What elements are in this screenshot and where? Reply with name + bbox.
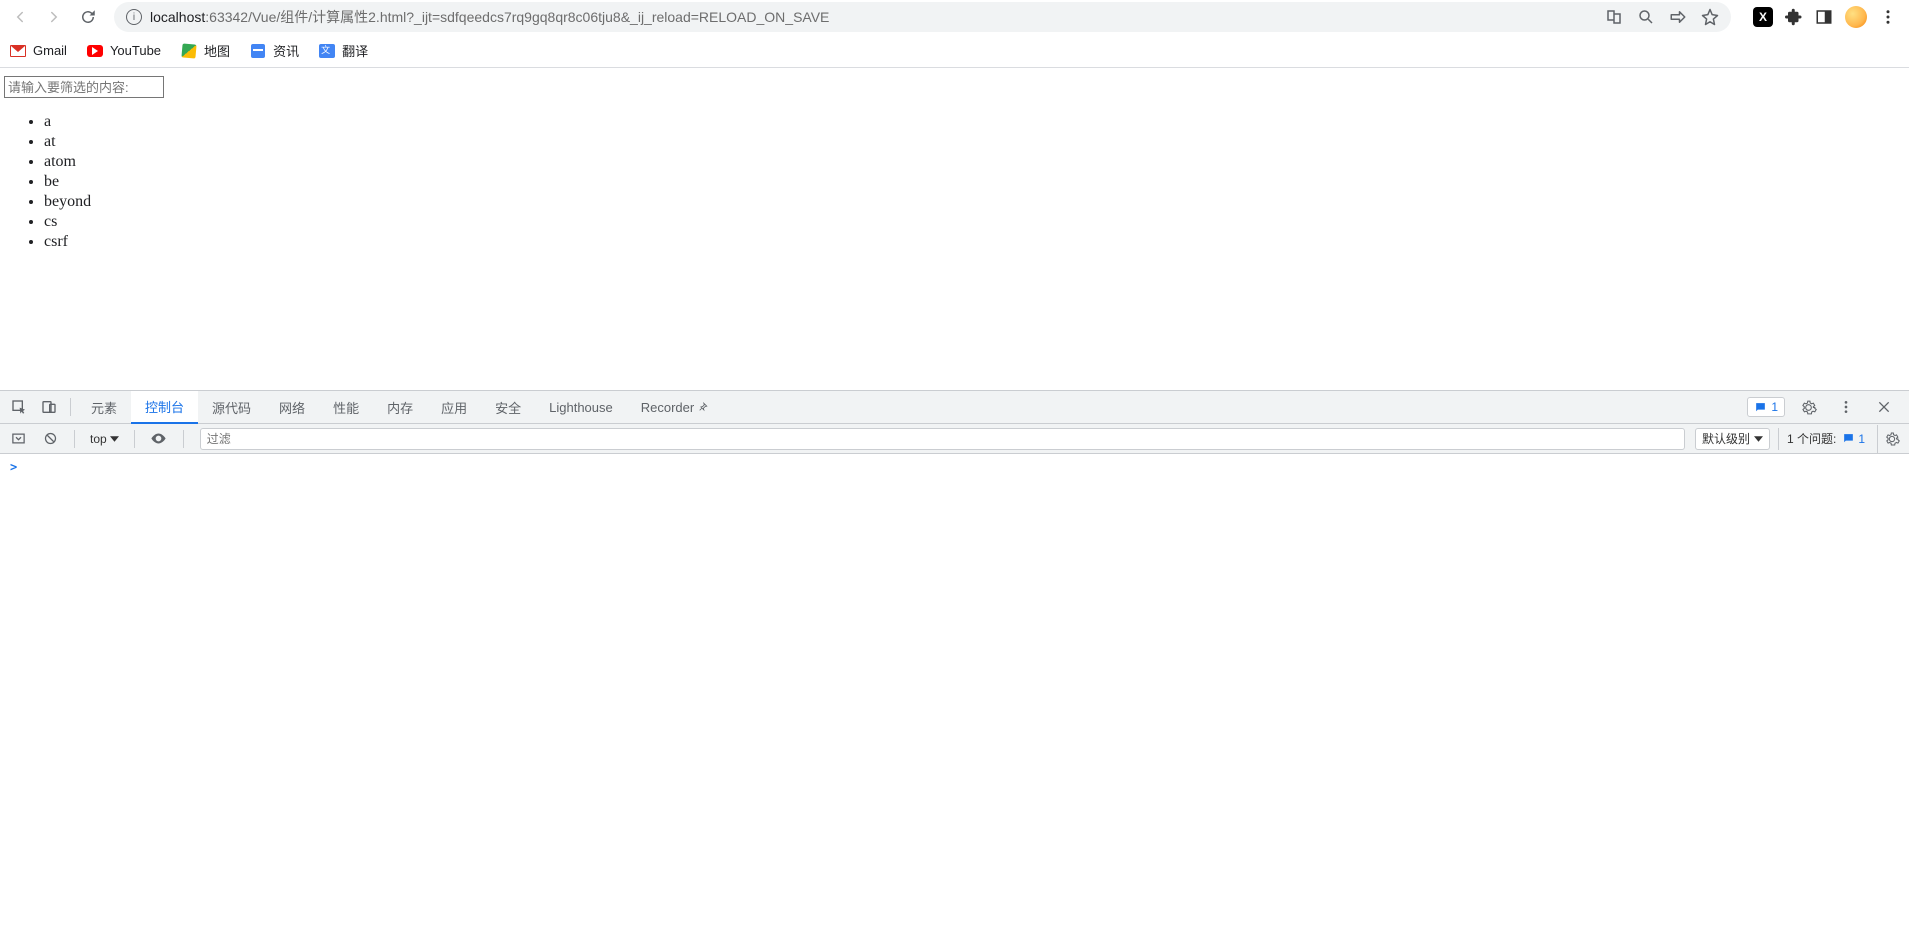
console-context-select[interactable]: top [85, 428, 124, 450]
bookmark-label: Gmail [33, 43, 67, 58]
bookmark-label: YouTube [110, 43, 161, 58]
bookmark-maps[interactable]: 地图 [181, 41, 230, 60]
live-expression-icon[interactable] [145, 425, 173, 453]
devtools-tab[interactable]: Recorder [627, 391, 722, 423]
devtools: 元素控制台源代码网络性能内存应用安全LighthouseRecorder 1 [0, 390, 1909, 942]
console-settings-icon[interactable] [1877, 425, 1905, 453]
console-body[interactable]: > [0, 454, 1909, 942]
gmail-icon [10, 45, 26, 57]
list-item: csrf [44, 232, 1905, 252]
chevron-down-icon [1754, 436, 1763, 442]
inspect-element-icon[interactable] [4, 391, 34, 423]
maps-icon [181, 43, 196, 58]
devtools-tab[interactable]: Lighthouse [535, 391, 627, 423]
translate-icon[interactable] [1605, 8, 1623, 26]
devtools-tabbar: 元素控制台源代码网络性能内存应用安全LighthouseRecorder 1 [0, 391, 1909, 424]
issues-label: 1 个问题: [1787, 430, 1836, 447]
bookmark-label: 地图 [204, 41, 230, 60]
issues-badge[interactable]: 1 [1747, 397, 1785, 417]
toolbar-right: X [1743, 6, 1903, 28]
reload-button[interactable] [74, 3, 102, 31]
address-bar[interactable]: i localhost:63342/Vue/组件/计算属性2.html?_ijt… [114, 2, 1731, 32]
console-level-select[interactable]: 默认级别 [1695, 428, 1770, 450]
list-item: a [44, 112, 1905, 132]
devtools-tab[interactable]: 控制台 [131, 391, 198, 424]
list-item: beyond [44, 192, 1905, 212]
bookmark-gmail[interactable]: Gmail [10, 43, 67, 59]
url-text: localhost:63342/Vue/组件/计算属性2.html?_ijt=s… [150, 7, 829, 27]
devtools-more-icon[interactable] [1831, 391, 1861, 423]
bookmark-translate[interactable]: 翻译 [319, 41, 368, 60]
chrome-menu-icon[interactable] [1879, 8, 1897, 26]
list-item: at [44, 132, 1905, 152]
browser-toolbar: i localhost:63342/Vue/组件/计算属性2.html?_ijt… [0, 0, 1909, 34]
devtools-settings-icon[interactable] [1793, 391, 1823, 423]
devtools-tab[interactable]: 应用 [427, 391, 481, 423]
console-prompt: > [10, 460, 17, 474]
site-info-icon[interactable]: i [126, 9, 142, 25]
share-icon[interactable] [1669, 8, 1687, 26]
devtools-tab[interactable]: 元素 [77, 391, 131, 423]
translate-bookmark-icon [319, 44, 335, 58]
news-icon [251, 44, 265, 58]
extension-x-icon[interactable]: X [1753, 7, 1773, 27]
zoom-icon[interactable] [1637, 8, 1655, 26]
devtools-tab[interactable]: 源代码 [198, 391, 265, 423]
console-toolbar: top 默认级别 1 个问题: 1 [0, 424, 1909, 454]
console-issues[interactable]: 1 个问题: 1 [1778, 428, 1873, 450]
chat-icon [1842, 432, 1855, 445]
console-filter-input[interactable] [200, 428, 1685, 450]
bookmark-news[interactable]: 资讯 [250, 41, 299, 60]
list-item: be [44, 172, 1905, 192]
bookmark-youtube[interactable]: YouTube [87, 43, 161, 59]
device-mode-icon[interactable] [34, 391, 64, 423]
devtools-tab[interactable]: 性能 [319, 391, 373, 423]
pin-icon [698, 402, 708, 412]
youtube-icon [87, 45, 103, 57]
back-button[interactable] [6, 3, 34, 31]
page-body: aatatombebeyondcscsrf [0, 68, 1909, 390]
bookmark-label: 资讯 [273, 41, 299, 60]
clear-console-icon[interactable] [36, 425, 64, 453]
devtools-tab[interactable]: 网络 [265, 391, 319, 423]
side-panel-icon[interactable] [1815, 8, 1833, 26]
item-list: aatatombebeyondcscsrf [4, 112, 1905, 252]
list-item: cs [44, 212, 1905, 232]
console-sidebar-toggle-icon[interactable] [4, 425, 32, 453]
filter-input[interactable] [4, 76, 164, 98]
extensions-icon[interactable] [1785, 8, 1803, 26]
list-item: atom [44, 152, 1905, 172]
bookmark-label: 翻译 [342, 41, 368, 60]
devtools-tab[interactable]: 安全 [481, 391, 535, 423]
devtools-tab[interactable]: 内存 [373, 391, 427, 423]
star-icon[interactable] [1701, 8, 1719, 26]
devtools-close-icon[interactable] [1869, 391, 1899, 423]
chevron-down-icon [110, 436, 119, 442]
forward-button[interactable] [40, 3, 68, 31]
bookmarks-bar: Gmail YouTube 地图 资讯 翻译 [0, 34, 1909, 68]
profile-avatar[interactable] [1845, 6, 1867, 28]
